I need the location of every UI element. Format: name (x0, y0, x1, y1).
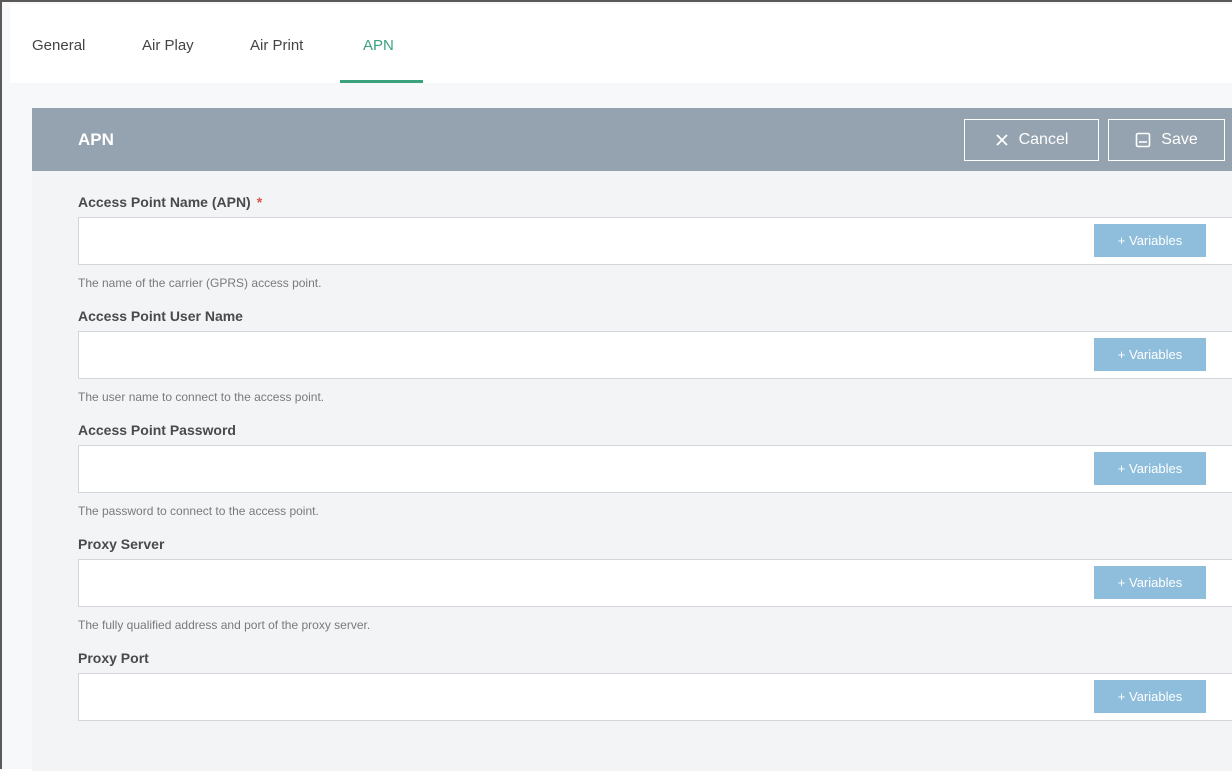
cancel-button[interactable]: Cancel (964, 119, 1099, 161)
proxy-server-variables-button[interactable]: + Variables (1094, 566, 1206, 599)
tab-bar: General Air Play Air Print APN (10, 4, 1232, 83)
tab-apn[interactable]: APN (363, 37, 394, 54)
cancel-button-label: Cancel (1018, 131, 1069, 148)
apn-password-label: Access Point Password (78, 422, 236, 438)
apn-password-variables-button[interactable]: + Variables (1094, 452, 1206, 485)
apn-password-help: The password to connect to the access po… (78, 504, 319, 518)
proxy-port-variables-button[interactable]: + Variables (1094, 680, 1206, 713)
tab-general[interactable]: General (32, 37, 85, 54)
proxy-server-input[interactable] (78, 559, 1232, 607)
apn-user-name-label: Access Point User Name (78, 308, 243, 324)
apn-name-variables-button[interactable]: + Variables (1094, 224, 1206, 257)
proxy-server-help: The fully qualified address and port of … (78, 618, 371, 632)
floppy-disk-icon (1135, 132, 1151, 148)
required-marker: * (256, 194, 263, 210)
save-button[interactable]: Save (1108, 119, 1225, 161)
save-button-label: Save (1161, 131, 1198, 148)
apn-name-label-text: Access Point Name (APN) (78, 194, 251, 210)
apn-user-name-input[interactable] (78, 331, 1232, 379)
panel-title: APN (78, 130, 114, 149)
apn-name-input[interactable] (78, 217, 1232, 265)
app-frame: General Air Play Air Print APN APN Cance… (0, 0, 1232, 771)
apn-name-label: Access Point Name (APN) * (78, 194, 262, 210)
close-icon (995, 133, 1009, 147)
panel-header: APN Cancel Save (32, 108, 1232, 171)
proxy-port-label: Proxy Port (78, 650, 149, 666)
apn-user-name-help: The user name to connect to the access p… (78, 390, 325, 404)
tab-air-print[interactable]: Air Print (250, 37, 303, 54)
apn-password-input[interactable] (78, 445, 1232, 493)
apn-panel: APN Cancel Save Access Point Name (APN) … (32, 108, 1232, 771)
apn-user-name-variables-button[interactable]: + Variables (1094, 338, 1206, 371)
apn-name-help: The name of the carrier (GPRS) access po… (78, 276, 322, 290)
proxy-port-input[interactable] (78, 673, 1232, 721)
proxy-server-label: Proxy Server (78, 536, 165, 552)
active-tab-indicator (340, 80, 423, 83)
tab-air-play[interactable]: Air Play (142, 37, 194, 54)
